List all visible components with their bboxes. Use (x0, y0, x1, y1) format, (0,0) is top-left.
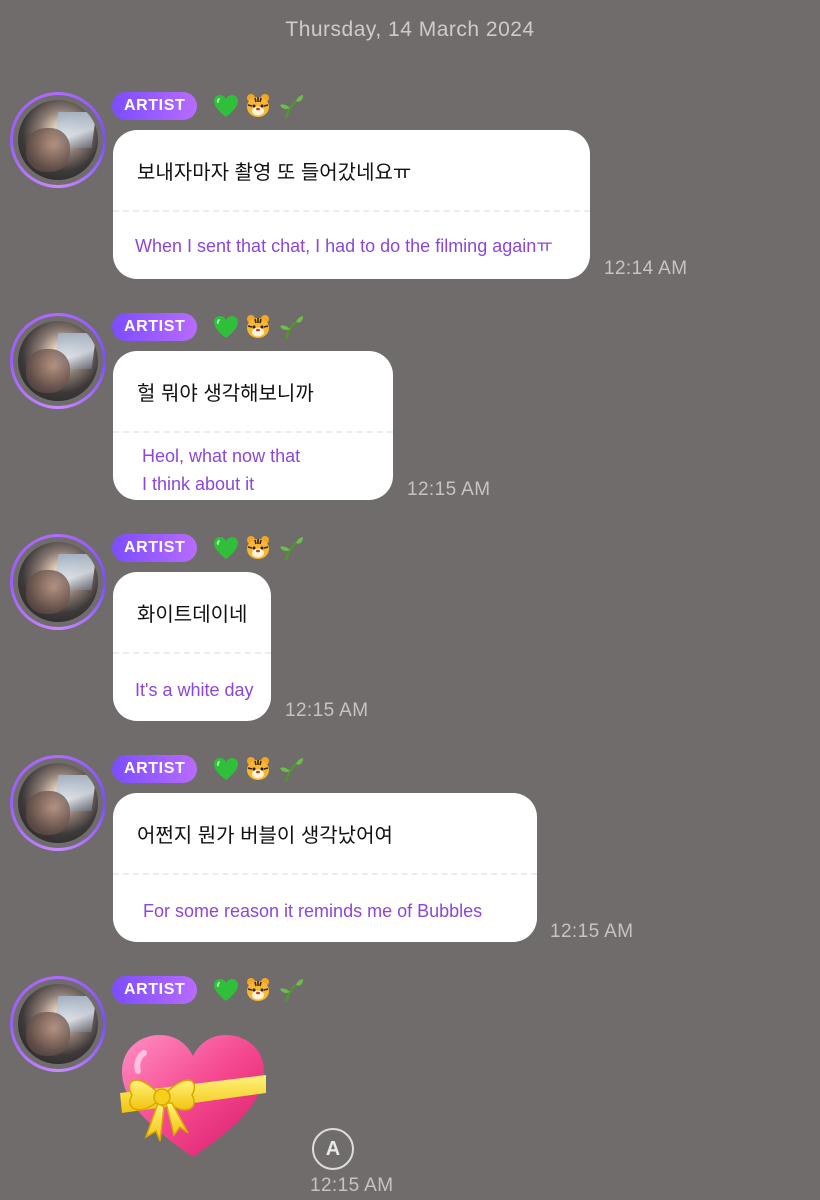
artist-badge: ARTIST (112, 92, 198, 120)
message-time: 12:15 AM (550, 921, 634, 942)
message-korean-text: 보내자마자 촬영 또 들어갔네요ㅠ (137, 162, 412, 184)
message-time: 12:15 AM (285, 700, 369, 721)
message-bubble[interactable]: 헐 뭐야 생각해보니까 Heol, what now that I think … (113, 351, 393, 500)
artist-badge: ARTIST (112, 313, 198, 341)
heart-with-ribbon-icon[interactable] (118, 1031, 268, 1161)
green-heart-icon (211, 91, 241, 121)
tiger-face-icon (243, 312, 273, 342)
green-heart-icon (211, 312, 241, 342)
artist-badge: ARTIST (112, 755, 198, 783)
message-time: 12:14 AM (604, 258, 688, 279)
tiger-face-icon (243, 91, 273, 121)
message-time: 12:15 AM (310, 1175, 394, 1196)
date-header: Thursday, 14 March 2024 (285, 18, 535, 41)
message-bubble[interactable]: 어쩐지 뭔가 버블이 생각났어여 For some reason it remi… (113, 793, 537, 942)
seedling-icon (275, 533, 305, 563)
seedling-icon (275, 91, 305, 121)
seedling-icon (275, 312, 305, 342)
message-translation: When I sent that chat, I had to do the f… (135, 236, 553, 256)
message-translation: It's a white day (135, 680, 254, 700)
tiger-face-icon (243, 533, 273, 563)
message-korean-text: 헐 뭐야 생각해보니까 (137, 383, 314, 405)
tiger-face-icon (243, 975, 273, 1005)
translate-icon[interactable]: A (312, 1128, 354, 1170)
avatar[interactable] (10, 755, 106, 851)
avatar[interactable] (10, 313, 106, 409)
green-heart-icon (211, 975, 241, 1005)
message-korean-text: 어쩐지 뭔가 버블이 생각났어여 (137, 825, 393, 847)
seedling-icon (275, 975, 305, 1005)
message-bubble[interactable]: 화이트데이네 It's a white day (113, 572, 271, 721)
message-bubble[interactable]: 보내자마자 촬영 또 들어갔네요ㅠ When I sent that chat,… (113, 130, 590, 279)
avatar[interactable] (10, 534, 106, 630)
message-translation: Heol, what now that I think about it (142, 446, 301, 494)
green-heart-icon (211, 533, 241, 563)
avatar[interactable] (10, 976, 106, 1072)
message-korean-text: 화이트데이네 (137, 604, 248, 626)
green-heart-icon (211, 754, 241, 784)
tiger-face-icon (243, 754, 273, 784)
artist-badge: ARTIST (112, 534, 198, 562)
avatar[interactable] (10, 92, 106, 188)
seedling-icon (275, 754, 305, 784)
message-translation: For some reason it reminds me of Bubbles (143, 901, 483, 921)
message-time: 12:15 AM (407, 479, 491, 500)
artist-badge: ARTIST (112, 976, 198, 1004)
